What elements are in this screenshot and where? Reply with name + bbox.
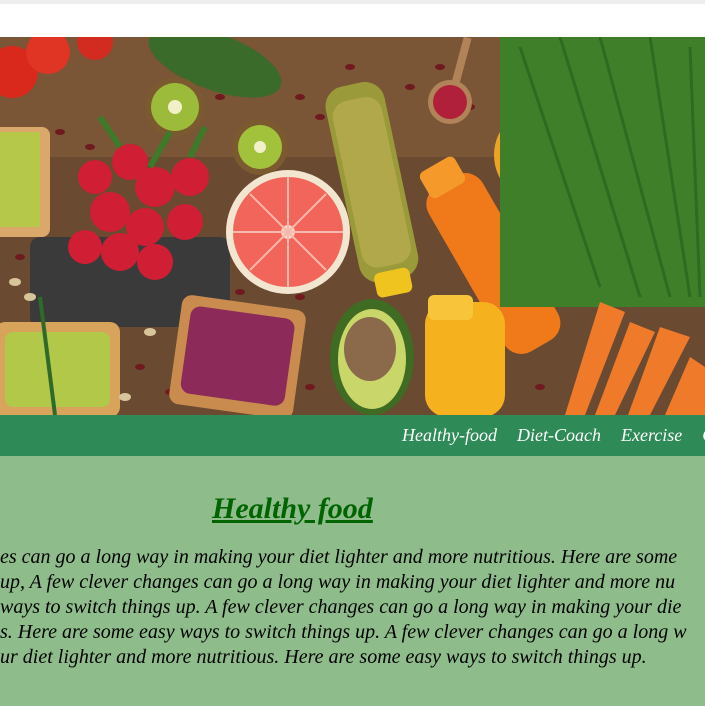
paragraph-line: ur diet lighter and more nutritious. Her…: [0, 646, 647, 668]
nav-item-exercise[interactable]: Exercise: [621, 425, 682, 446]
hero-food-illustration: [0, 37, 705, 415]
paragraph-line: up, A few clever changes can go a long w…: [0, 571, 676, 593]
nav-item-healthy-food[interactable]: Healthy-food: [402, 425, 497, 446]
page-title: Healthy food: [212, 492, 373, 525]
paragraph-line: ways to switch things up. A few clever c…: [0, 596, 682, 618]
paragraph-line: es can go a long way in making your diet…: [0, 546, 678, 568]
browser-top-strip: [0, 0, 705, 37]
nav-menu: Healthy-food Diet-Coach Exercise C: [402, 415, 705, 456]
main-navbar: Healthy-food Diet-Coach Exercise C: [0, 415, 705, 456]
hero-image: [0, 37, 705, 415]
main-content: Healthy food es can go a long way in mak…: [0, 456, 705, 706]
nav-item-diet-coach[interactable]: Diet-Coach: [517, 425, 601, 446]
article-paragraph: es can go a long way in making your diet…: [0, 545, 705, 670]
paragraph-line: s. Here are some easy ways to switch thi…: [0, 621, 687, 643]
